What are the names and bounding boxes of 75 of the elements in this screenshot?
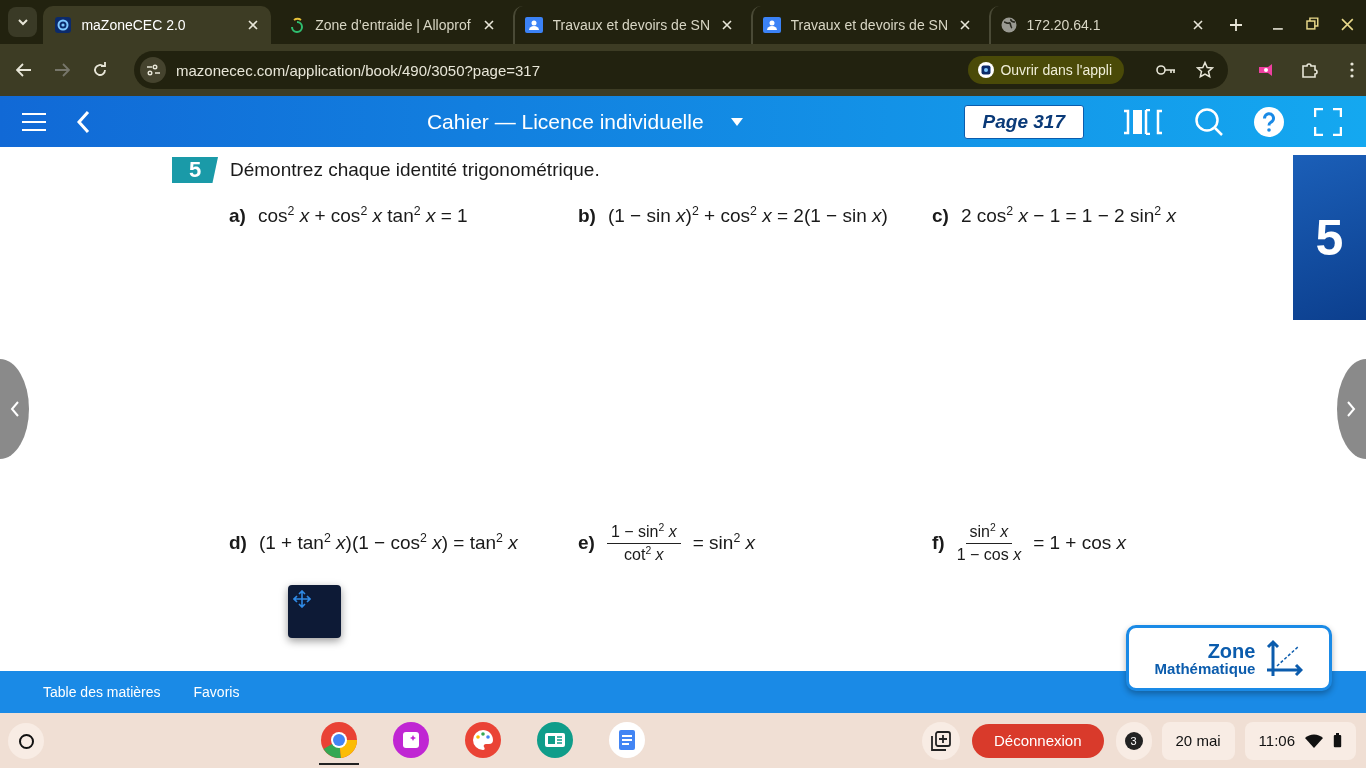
search-icon[interactable] [1194, 106, 1224, 137]
menu-icon[interactable] [22, 111, 46, 132]
fraction-denominator: cot$^{2}$ x [624, 543, 664, 564]
launcher-button[interactable] [8, 722, 44, 759]
page-field[interactable]: Page 317 [963, 104, 1084, 139]
chevron-down-icon [16, 18, 29, 26]
move-icon[interactable] [293, 590, 311, 608]
item-label: a) [229, 205, 246, 227]
fullscreen-icon[interactable] [1314, 107, 1342, 136]
exercise-number: 5 [172, 157, 218, 183]
swirl-icon [289, 17, 306, 33]
person-icon [524, 17, 543, 33]
fraction-denominator: 1 − cos x [956, 544, 1022, 564]
help-icon[interactable] [1254, 106, 1284, 137]
app-icon [978, 62, 995, 78]
reload-icon[interactable] [92, 62, 108, 78]
exercise-instruction: Démontrez chaque identité trigonométrique. [230, 159, 600, 181]
star-icon[interactable] [1196, 61, 1214, 79]
clock-time: 11:06 [1258, 732, 1295, 749]
fraction-numerator: 1 − sin$^{2}$ x [606, 522, 681, 544]
item-label: d) [229, 532, 247, 554]
bottom-link[interactable]: Favoris [193, 684, 240, 700]
logout-button[interactable]: Déconnexion [971, 723, 1104, 758]
target-icon [55, 17, 72, 33]
url-text: mazonecec.com/application/book/490/3050?page=317 [176, 61, 541, 79]
site-settings-icon[interactable] [140, 57, 166, 83]
caret-icon [729, 116, 744, 127]
math-expression: = 1 + cos x [1033, 532, 1127, 554]
browser-tab[interactable]: Zone d’entraide | Alloprof [277, 6, 507, 44]
math-expression: = sin$^{2}$ x [692, 532, 756, 554]
globe-icon [1000, 17, 1017, 33]
notification-count[interactable]: 3 [1124, 731, 1143, 750]
address-bar[interactable]: mazonecec.com/application/book/490/3050?page=317 Ouvrir dans l'appli [134, 51, 1228, 89]
key-icon[interactable] [1156, 64, 1176, 76]
person-icon [762, 17, 781, 33]
open-in-app-button[interactable]: Ouvrir dans l'appli [968, 56, 1124, 84]
math-expression: (1 − sin x)$^{2}$ + cos$^{2}$ x = 2(1 − sin x) [607, 205, 888, 227]
fraction-numerator: sin$^{2}$ x [965, 522, 1013, 544]
item-label: f) [932, 532, 945, 554]
book-view-icon[interactable] [1122, 108, 1164, 135]
chevron-right-icon [1346, 401, 1356, 417]
battery-icon [1333, 733, 1342, 748]
math-expression: cos$^{2}$ x + cos$^{2}$ x tan$^{2}$ x = 1 [257, 205, 468, 227]
screenshot-icon [930, 730, 951, 751]
back-icon[interactable] [16, 63, 32, 77]
tab-search-button[interactable] [8, 7, 38, 37]
wifi-icon [1305, 733, 1323, 748]
logo-text: Zone [1207, 640, 1256, 661]
extensions-icon[interactable] [1300, 61, 1318, 79]
zone-mathematique-logo[interactable]: Zone Mathématique [1126, 625, 1332, 691]
browser-tab[interactable]: maZoneCEC 2.0 [43, 6, 272, 44]
item-label: c) [932, 205, 949, 227]
date-button[interactable]: 20 mai [1161, 721, 1235, 760]
more-icon[interactable] [1350, 62, 1354, 78]
chapter-tab[interactable]: 5 [1293, 155, 1366, 320]
tab-title: Travaux et devoirs de SN [790, 17, 947, 33]
tab-title: maZoneCEC 2.0 [81, 17, 187, 33]
tab-title: Travaux et devoirs de SN [552, 17, 709, 33]
math-expression: (1 + tan$^{2}$ x)(1 − cos$^{2}$ x) = tan$^{2}$ x [258, 532, 518, 554]
floating-toolbar[interactable] [288, 585, 341, 638]
restore-icon[interactable] [1305, 17, 1320, 31]
logo-text: Mathématique [1154, 660, 1256, 676]
chevron-left-icon [10, 401, 20, 417]
book-selector[interactable]: Cahier — Licence individuelle [426, 109, 744, 134]
item-label: e) [578, 532, 595, 554]
forward-icon[interactable] [54, 63, 70, 77]
screen-capture-button[interactable] [921, 721, 960, 760]
tab-title: 172.20.64.1 [1026, 17, 1102, 33]
math-expression: 2 cos$^{2}$ x − 1 = 1 − 2 sin$^{2}$ x [960, 205, 1176, 227]
status-area[interactable]: 11:06 [1244, 721, 1356, 760]
tab-title: Zone d’entraide | Alloprof [315, 17, 471, 33]
bottom-link[interactable]: Table des matières [43, 684, 161, 700]
close-icon[interactable] [1341, 18, 1354, 31]
plus-icon [1229, 18, 1244, 32]
item-label: b) [578, 205, 596, 227]
